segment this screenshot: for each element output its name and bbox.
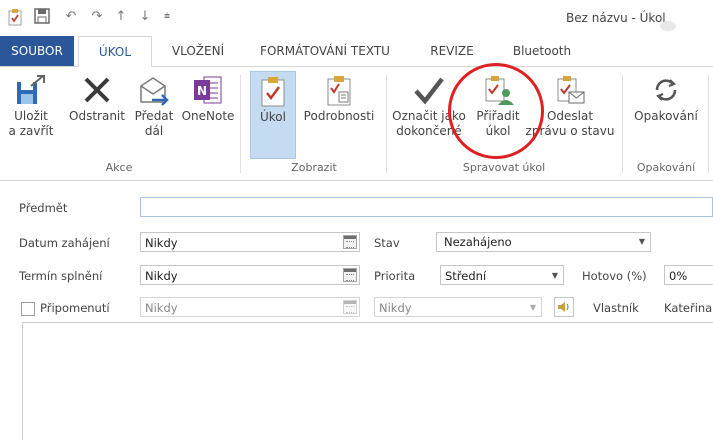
reminder-date-field[interactable]: Nikdy [140,297,360,317]
tab-soubor[interactable]: SOUBOR [0,36,74,66]
forward-envelope-icon [138,74,170,106]
onenote-icon: N [192,74,224,106]
speaker-icon [558,302,569,312]
details-label: Podrobnosti [303,109,375,123]
tab-ukol[interactable]: ÚKOL [78,36,152,68]
status-label: Stav [374,236,400,250]
reminder-date-value: Nikdy [145,301,178,315]
task-body-editor[interactable] [22,322,713,440]
save-close-label-1: Uložit [14,109,48,123]
ribbon: Uložit a zavřít Odstranit Předat dál N O… [0,67,713,181]
forward-label-2: dál [144,124,164,138]
start-date-value: Nikdy [145,236,178,250]
window-watermark [660,21,676,31]
tab-revize[interactable]: REVIZE [420,36,484,66]
delete-x-icon [81,74,113,106]
forward-button[interactable]: Předat dál [130,71,178,139]
task-icon [6,8,24,26]
recurrence-icon [650,74,682,106]
save-close-icon [15,74,47,106]
ribbon-tabs: SOUBOR ÚKOL VLOŽENÍ FORMÁTOVÁNÍ TEXTU RE… [0,36,713,68]
owner-value: Kateřina [664,301,713,315]
reminder-time-value: Nikdy [379,301,412,315]
priority-value: Střední [445,269,487,283]
delete-label: Odstranit [69,109,125,123]
due-date-field[interactable]: Nikdy [140,265,360,285]
forward-label-1: Předat [134,109,174,123]
status-select-border [436,232,651,252]
group-label-opakovani: Opakování [636,161,696,174]
recurrence-button[interactable]: Opakování [626,71,706,124]
start-date-field[interactable]: Nikdy [140,232,360,252]
save-close-button[interactable]: Uložit a zavřít [0,71,62,139]
send-status-icon [554,74,586,106]
chevron-down-icon[interactable]: ▼ [530,298,536,318]
calendar-icon[interactable] [343,235,357,249]
recurrence-label: Opakování [634,109,698,123]
group-label-akce: Akce [105,161,133,174]
start-date-label: Datum zahájení [19,236,110,250]
reminder-checkbox[interactable] [21,302,35,316]
title-bar: ↶ ↷ ↑ ↓ ⩧ Bez názvu - Úkol [0,0,713,36]
group-separator [240,75,241,173]
save-close-label-2: a zavřít [8,124,54,138]
tab-formatovani-textu[interactable]: FORMÁTOVÁNÍ TEXTU [250,36,400,66]
due-date-label: Termín splnění [19,269,103,283]
tab-vlozeni[interactable]: VLOŽENÍ [162,36,234,66]
priority-select[interactable]: Střední ▼ [440,265,564,285]
task-view-icon [257,75,289,107]
percent-complete-input[interactable]: 0% [664,265,713,285]
customize-icon[interactable]: ⩧ [158,8,176,26]
svg-text:N: N [197,84,207,98]
redo-icon[interactable]: ↷ [88,8,106,26]
details-icon [323,74,355,106]
onenote-label: OneNote [181,109,235,123]
checkmark-icon [413,74,445,106]
subject-input[interactable] [140,197,713,217]
calendar-icon[interactable] [343,300,357,314]
subject-label: Předmět [19,201,68,215]
onenote-button[interactable]: N OneNote [178,71,238,124]
tab-bluetooth[interactable]: Bluetooth [504,36,580,66]
annotation-circle [448,63,544,159]
group-separator [708,75,709,173]
task-view-button[interactable]: Úkol [250,71,296,159]
group-label-spravovat-ukol: Spravovat úkol [462,161,546,174]
chevron-down-icon[interactable]: ▼ [552,266,558,286]
owner-label: Vlastník [593,301,639,315]
group-separator [622,75,623,173]
details-button[interactable]: Podrobnosti [298,71,380,124]
priority-label: Priorita [374,269,416,283]
save-icon[interactable] [33,8,51,26]
window-title: Bez názvu - Úkol [566,11,666,25]
task-view-label: Úkol [260,110,286,124]
group-separator [386,75,387,173]
up-icon[interactable]: ↑ [112,8,130,26]
undo-icon[interactable]: ↶ [62,8,80,26]
percent-complete-label: Hotovo (%) [582,269,647,283]
reminder-label: Připomenutí [40,301,110,315]
calendar-icon[interactable] [343,268,357,282]
delete-button[interactable]: Odstranit [64,71,130,124]
reminder-sound-button[interactable] [554,297,574,317]
group-label-zobrazit: Zobrazit [291,161,337,174]
due-date-value: Nikdy [145,269,178,283]
down-icon[interactable]: ↓ [136,8,154,26]
reminder-time-select[interactable]: Nikdy ▼ [374,297,542,317]
